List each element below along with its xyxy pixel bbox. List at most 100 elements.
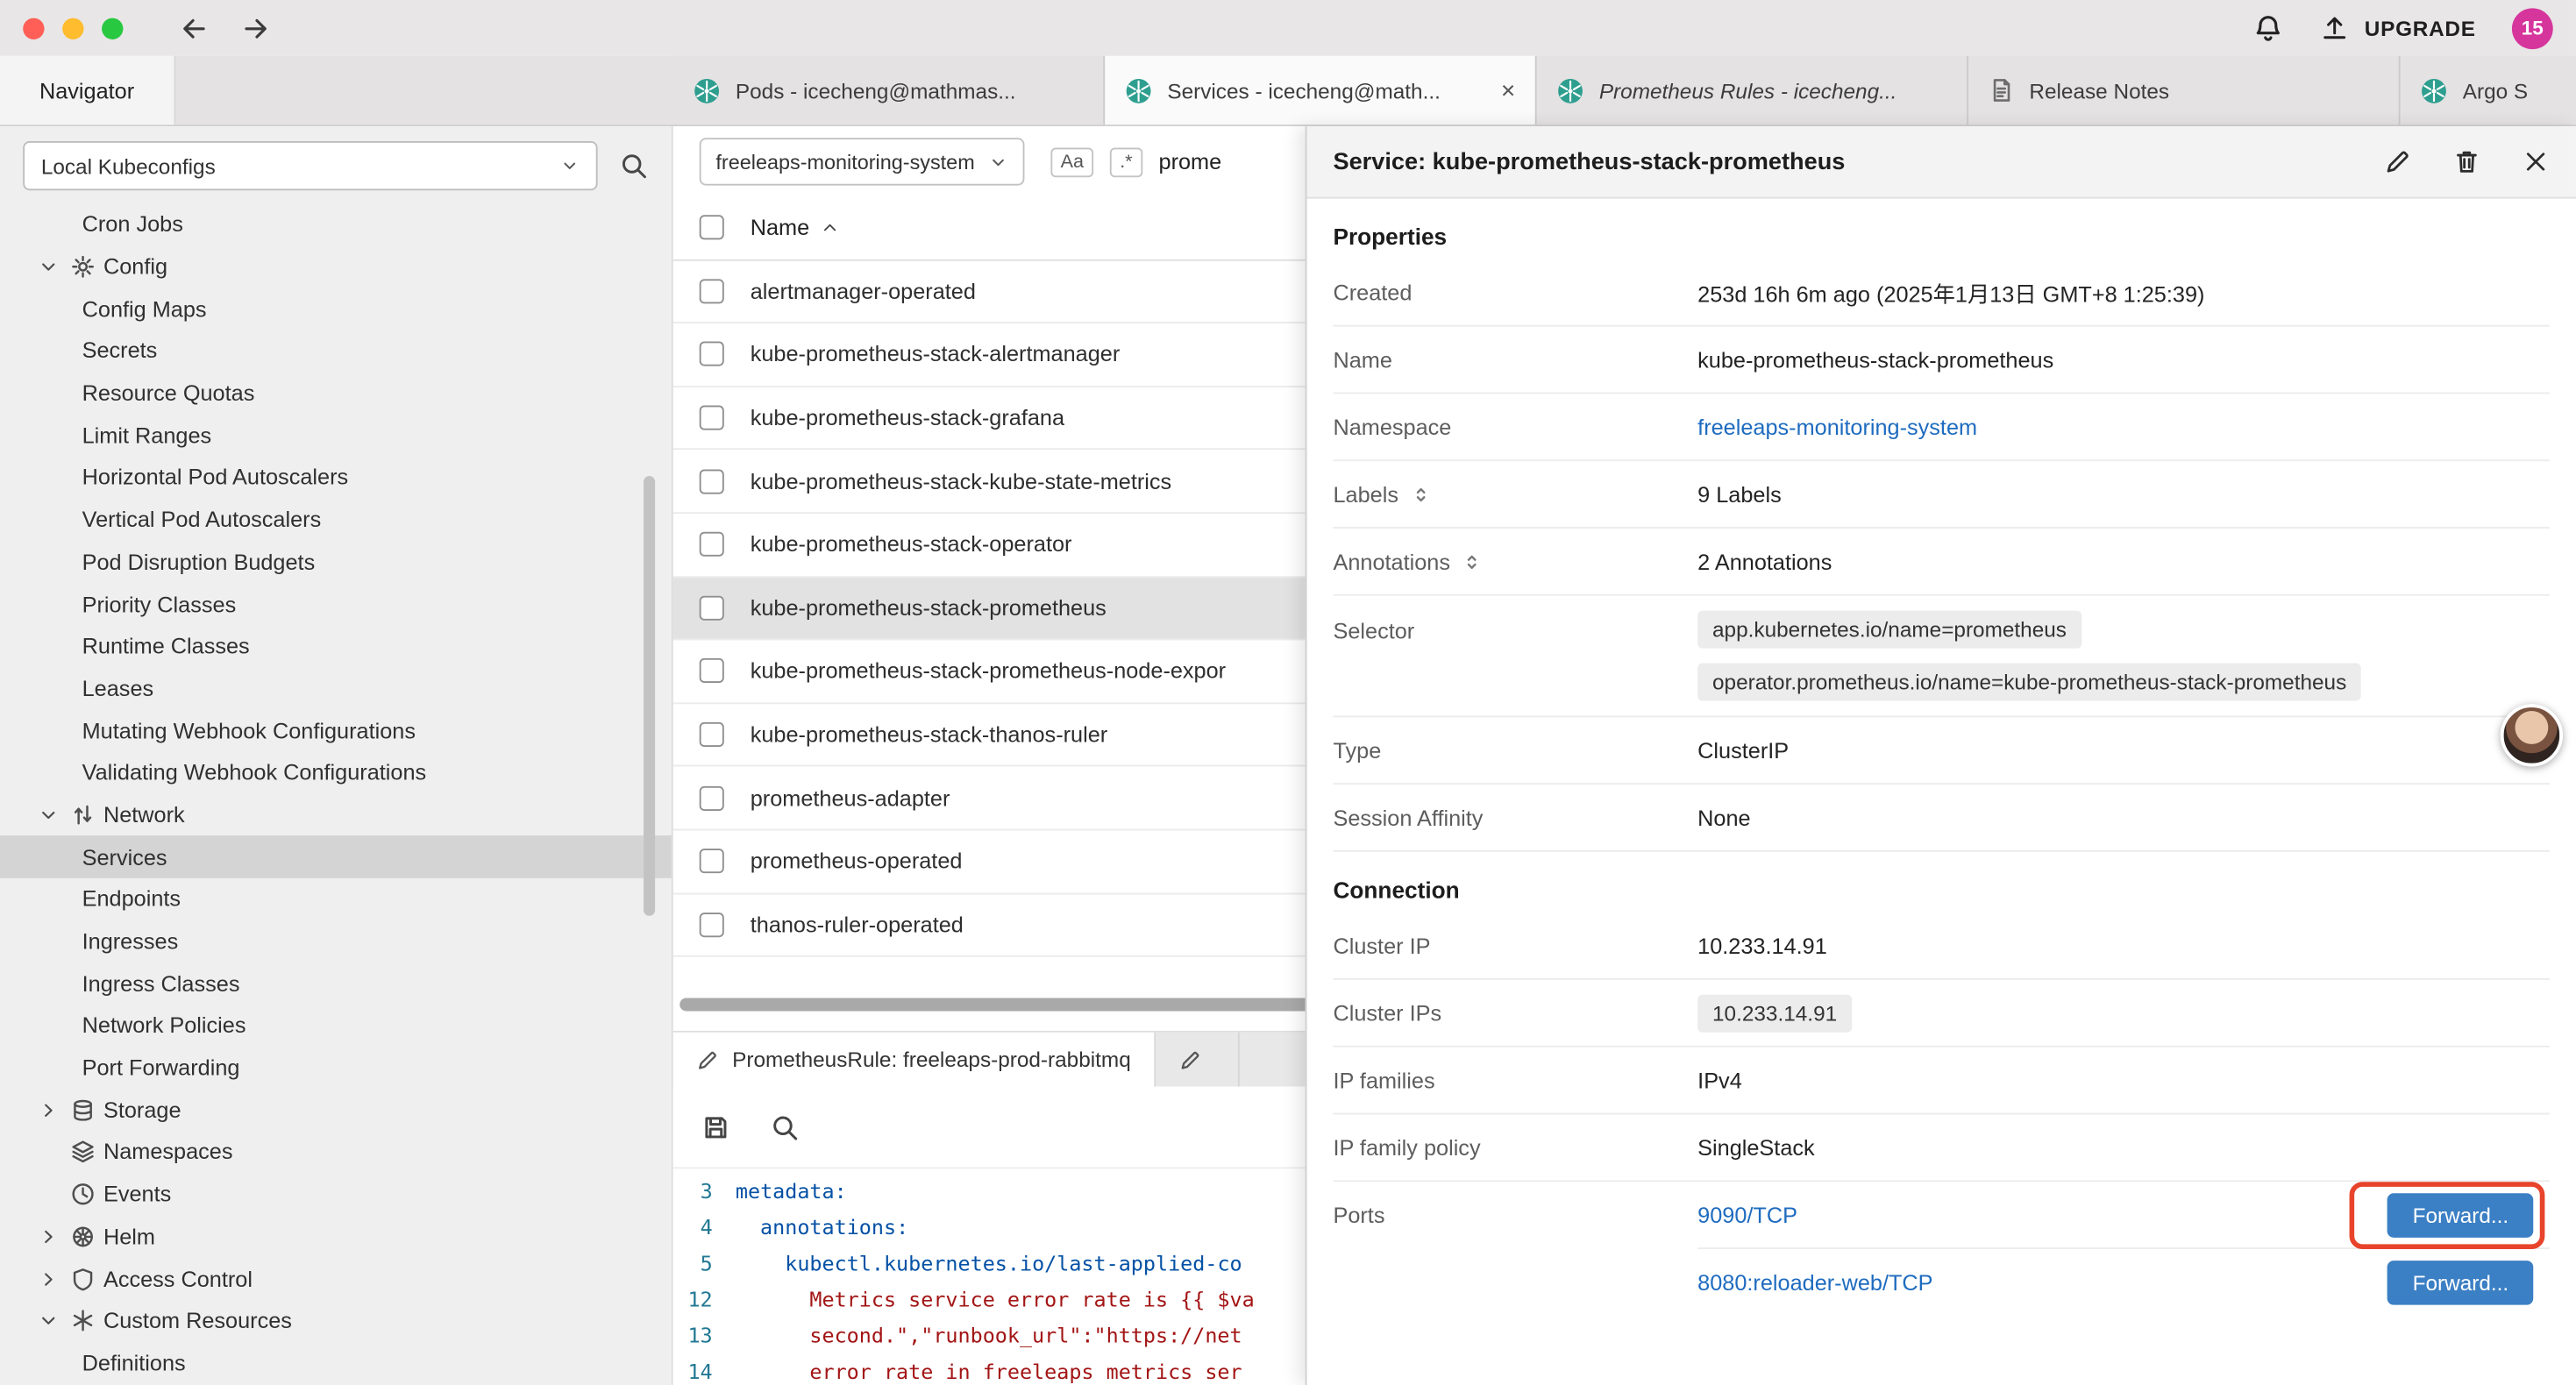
sidebar-item-access-control[interactable]: Access Control [0, 1258, 672, 1300]
service-name: kube-prometheus-stack-thanos-ruler [751, 722, 1107, 747]
sidebar-item-secrets[interactable]: Secrets [0, 330, 672, 372]
sidebar-item-port-forwarding[interactable]: Port Forwarding [0, 1047, 672, 1089]
close-window-button[interactable] [23, 18, 44, 39]
forward-icon[interactable] [239, 12, 271, 44]
sidebar-item-storage[interactable]: Storage [0, 1089, 672, 1131]
sidebar-item-mutating-webhook-configurations[interactable]: Mutating Webhook Configurations [0, 709, 672, 751]
save-icon[interactable] [701, 1112, 731, 1142]
table-search[interactable]: Aa .* prome [1050, 147, 1221, 177]
regex-toggle[interactable]: .* [1110, 147, 1142, 177]
sidebar-item-validating-webhook-configurations[interactable]: Validating Webhook Configurations [0, 751, 672, 793]
field-label: Ports [1333, 1182, 1697, 1317]
sidebar-item-ingresses[interactable]: Ingresses [0, 920, 672, 962]
row-checkbox[interactable] [700, 913, 724, 937]
line-number: 4 [673, 1210, 736, 1246]
sidebar-item-priority-classes[interactable]: Priority Classes [0, 583, 672, 625]
storage-icon [71, 1097, 96, 1122]
row-checkbox[interactable] [700, 469, 724, 494]
sidebar-item-events[interactable]: Events [0, 1173, 672, 1215]
forward-button[interactable]: Forward... [2388, 1261, 2534, 1305]
sidebar-item-leases[interactable]: Leases [0, 667, 672, 709]
field-label: Name [1333, 347, 1697, 372]
sidebar-item-label: Runtime Classes [82, 634, 250, 658]
row-checkbox[interactable] [700, 659, 724, 684]
dock-tab[interactable] [1156, 1033, 1239, 1087]
pencil-icon [1178, 1048, 1201, 1071]
namespace-link[interactable]: freeleaps-monitoring-system [1697, 415, 1977, 439]
row-checkbox[interactable] [700, 279, 724, 303]
kubeconfig-selector-value: Local Kubeconfigs [41, 153, 216, 178]
notification-count-badge[interactable]: 15 [2512, 7, 2553, 48]
maximize-window-button[interactable] [102, 18, 123, 39]
sidebar-item-vertical-pod-autoscalers[interactable]: Vertical Pod Autoscalers [0, 499, 672, 541]
tab-prometheus-rules-icecheng[interactable]: Prometheus Rules - icecheng... [1537, 56, 1968, 125]
row-checkbox[interactable] [700, 342, 724, 366]
sidebar-item-label: Horizontal Pod Autoscalers [82, 465, 349, 490]
port-link[interactable]: 8080:reloader-web/TCP [1697, 1270, 1932, 1295]
row-checkbox[interactable] [700, 532, 724, 557]
sidebar-item-config-maps[interactable]: Config Maps [0, 288, 672, 330]
edit-icon[interactable] [2384, 148, 2412, 176]
sidebar-item-horizontal-pod-autoscalers[interactable]: Horizontal Pod Autoscalers [0, 457, 672, 499]
window-controls [23, 18, 123, 39]
field-value: None [1697, 805, 2550, 829]
dock-tab[interactable]: PrometheusRule: freeleaps-prod-rabbitmq [673, 1033, 1156, 1087]
sidebar-item-label: Custom Resources [103, 1309, 292, 1333]
sidebar-item-definitions[interactable]: Definitions [0, 1342, 672, 1384]
sidebar-item-endpoints[interactable]: Endpoints [0, 878, 672, 920]
sidebar-item-label: Network [103, 803, 185, 827]
tab-close-icon[interactable]: × [1501, 78, 1515, 103]
sidebar-item-resource-quotas[interactable]: Resource Quotas [0, 373, 672, 415]
row-checkbox[interactable] [700, 849, 724, 874]
search-icon[interactable] [619, 151, 649, 181]
sidebar-item-network-policies[interactable]: Network Policies [0, 1005, 672, 1047]
sidebar-scrollbar[interactable] [644, 476, 655, 916]
user-avatar[interactable] [2501, 704, 2563, 766]
drawer-title: Service: kube-prometheus-stack-prometheu… [1333, 148, 2383, 174]
sidebar-item-config[interactable]: Config [0, 245, 672, 288]
service-name: kube-prometheus-stack-kube-state-metrics [751, 469, 1171, 494]
sidebar-item-limit-ranges[interactable]: Limit Ranges [0, 415, 672, 457]
tab-pods-icecheng-mathmas[interactable]: Pods - icecheng@mathmas... [673, 56, 1105, 125]
row-checkbox[interactable] [700, 406, 724, 430]
column-header-name[interactable]: Name [751, 216, 839, 240]
expand-toggle-icon[interactable] [1410, 483, 1431, 504]
port-link[interactable]: 9090/TCP [1697, 1203, 1797, 1227]
forward-button[interactable]: Forward... [2388, 1192, 2534, 1237]
search-icon[interactable] [770, 1112, 800, 1142]
sidebar-item-label: Secrets [82, 338, 158, 363]
tab-services-icecheng-math[interactable]: Services - icecheng@math...× [1105, 56, 1536, 125]
sidebar-item-services[interactable]: Services [0, 836, 672, 878]
row-checkbox[interactable] [700, 785, 724, 810]
column-header-label: Name [751, 216, 809, 240]
sidebar-item-label: Resource Quotas [82, 381, 255, 406]
select-all-checkbox[interactable] [700, 216, 724, 240]
tab-release-notes[interactable]: Release Notes [1968, 56, 2400, 125]
tab-argo-s[interactable]: Argo S [2401, 56, 2576, 125]
tree-icon-slot [71, 1309, 103, 1333]
sidebar-item-namespaces[interactable]: Namespaces [0, 1131, 672, 1173]
row-checkbox[interactable] [700, 595, 724, 620]
sidebar-item-cron-jobs[interactable]: Cron Jobs [0, 203, 672, 245]
delete-icon[interactable] [2453, 148, 2481, 176]
close-icon[interactable] [2522, 148, 2550, 176]
match-case-toggle[interactable]: Aa [1050, 147, 1093, 177]
sidebar-item-pod-disruption-budgets[interactable]: Pod Disruption Budgets [0, 541, 672, 583]
namespace-filter[interactable]: freeleaps-monitoring-system [700, 138, 1025, 185]
expand-toggle-icon[interactable] [1462, 550, 1483, 572]
upgrade-button[interactable]: UPGRADE [2320, 13, 2476, 43]
sidebar-item-network[interactable]: Network [0, 794, 672, 836]
row-checkbox[interactable] [700, 722, 724, 747]
sidebar-item-ingress-classes[interactable]: Ingress Classes [0, 962, 672, 1005]
sidebar-item-custom-resources[interactable]: Custom Resources [0, 1300, 672, 1342]
connection-section-title: Connection [1333, 877, 2550, 903]
navigator-panel-tab[interactable]: Navigator [0, 56, 175, 125]
back-icon[interactable] [179, 12, 210, 44]
notifications-icon[interactable] [2252, 12, 2284, 44]
search-query[interactable]: prome [1159, 149, 1222, 174]
sidebar-item-helm[interactable]: Helm [0, 1216, 672, 1258]
properties-section-title: Properties [1333, 224, 2550, 250]
sidebar-item-runtime-classes[interactable]: Runtime Classes [0, 625, 672, 667]
kubeconfig-selector[interactable]: Local Kubeconfigs [23, 141, 597, 190]
minimize-window-button[interactable] [62, 18, 83, 39]
